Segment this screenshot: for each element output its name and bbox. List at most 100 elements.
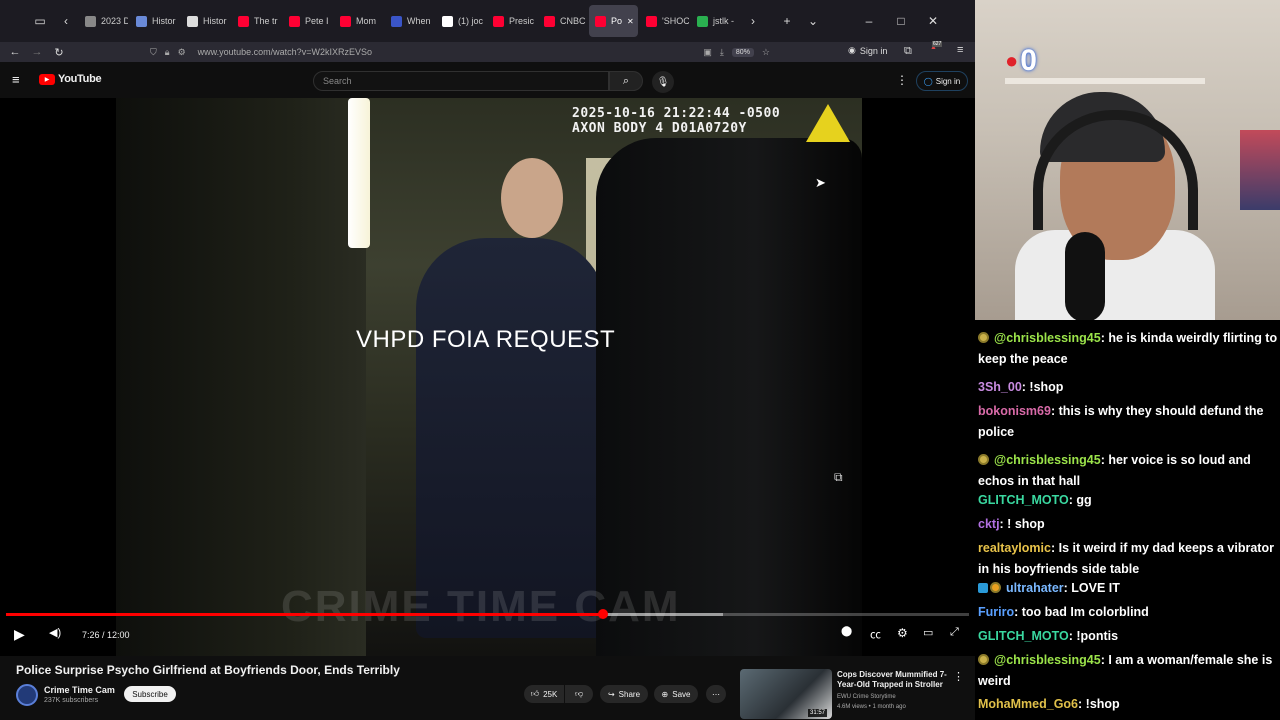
search-input[interactable]: Search — [313, 71, 609, 91]
chat-username[interactable]: @chrisblessing45 — [994, 453, 1101, 467]
bodycam-timestamp-line1: 2025-10-16 21:22:44 -0500 — [572, 106, 781, 121]
shield-icon[interactable]: ⛉ — [150, 47, 157, 58]
permissions-icon[interactable]: ⚙ — [178, 47, 186, 58]
chat-username[interactable]: cktj — [978, 517, 1000, 531]
new-tab-icon[interactable]: + — [774, 8, 800, 34]
app-menu-icon[interactable]: ≡ — [957, 44, 963, 56]
chat-username[interactable]: 3Sh_00 — [978, 380, 1022, 394]
chat-username[interactable]: @chrisblessing45 — [994, 331, 1101, 345]
chat-username[interactable]: Furiro — [978, 605, 1014, 619]
voice-search-button[interactable]: 🎙︎ — [652, 71, 674, 93]
tab-label: Pete I — [305, 16, 329, 26]
cam-scene-microphone — [1065, 232, 1105, 320]
chat-message: 3Sh_00: !shop — [978, 377, 1278, 398]
chat-username[interactable]: bokonism69 — [978, 404, 1051, 418]
tab-scroll-left-icon[interactable]: ‹ — [53, 8, 79, 34]
chat-username[interactable]: MohaMmed_Go6 — [978, 697, 1078, 711]
account-button[interactable]: ◉ Sign in — [848, 45, 887, 56]
tab-scroll-right-icon[interactable]: › — [740, 8, 766, 34]
save-button[interactable]: ⊕ Save — [654, 685, 698, 703]
browser-tab[interactable]: Histor — [181, 5, 230, 37]
play-icon[interactable]: ▶ — [14, 626, 25, 643]
autoplay-toggle[interactable]: ⬤ — [841, 626, 852, 637]
lock-icon[interactable]: 🔒︎ — [165, 47, 170, 58]
reload-icon[interactable]: ↻ — [48, 46, 70, 59]
recommended-title[interactable]: Cops Discover Mummified 7-Year-Old Trapp… — [837, 670, 949, 690]
recommended-more-icon[interactable]: ⋮ — [953, 670, 964, 683]
time-display: 7:26 / 12:00 — [82, 630, 130, 640]
chat-username[interactable]: realtaylomic — [978, 541, 1051, 555]
fullscreen-icon[interactable]: ⤢ — [950, 626, 959, 639]
download-icon[interactable]: ⤓ — [720, 47, 724, 58]
browser-tab[interactable]: (1) joc — [436, 5, 485, 37]
minimize-icon[interactable]: – — [856, 8, 882, 34]
browser-tab[interactable]: Histor — [130, 5, 179, 37]
save-label: Save — [672, 689, 691, 699]
chat-username[interactable]: @chrisblessing45 — [994, 653, 1101, 667]
more-options-icon[interactable]: ⋮ — [896, 73, 908, 87]
screenshot-icon[interactable]: ▣ — [703, 47, 712, 58]
chat-panel: @chrisblessing45: he is kinda weirdly fl… — [975, 320, 1280, 720]
close-tab-icon[interactable]: ✕ — [627, 17, 634, 26]
subscriber-badge-icon — [978, 654, 989, 665]
like-button[interactable]: 👍︎ 25K — [524, 685, 564, 703]
dislike-button[interactable]: 👎︎ — [565, 685, 593, 703]
share-label: Share — [618, 689, 641, 699]
browser-tab[interactable]: CNBC — [538, 5, 587, 37]
cam-scene-shelf — [1005, 78, 1205, 84]
progress-scrubber[interactable] — [598, 609, 609, 619]
tab-overview-icon[interactable]: ▭ — [27, 8, 53, 34]
chat-message: cktj: ! shop — [978, 514, 1278, 535]
tab-favicon-icon — [646, 15, 657, 27]
video-player[interactable]: 2025-10-16 21:22:44 -0500 AXON BODY 4 D0… — [0, 98, 975, 656]
more-actions-button[interactable]: ⋯ — [706, 685, 726, 703]
browser-tab[interactable]: jstlk - — [691, 5, 740, 37]
youtube-logo[interactable]: ▶ YouTube — [39, 73, 102, 85]
settings-gear-icon[interactable]: ⚙ — [897, 626, 908, 640]
webcam-overlay: ● 0 — [975, 0, 1280, 320]
browser-tab[interactable]: When — [385, 5, 434, 37]
bookmark-star-icon[interactable]: ☆ — [762, 47, 770, 58]
maximize-icon[interactable]: □ — [888, 8, 914, 34]
close-window-icon[interactable]: ✕ — [920, 8, 946, 34]
browser-tab[interactable]: 'SHOC — [640, 5, 689, 37]
channel-avatar[interactable] — [16, 684, 38, 706]
hamburger-menu-icon[interactable]: ≡ — [12, 72, 20, 87]
subscribe-button[interactable]: Subscribe — [124, 686, 176, 702]
extension-badge[interactable]: ▲ 627 — [930, 41, 943, 51]
browser-tab[interactable]: Mom — [334, 5, 383, 37]
channel-name[interactable]: Crime Time Cam — [44, 685, 115, 695]
youtube-logo-text: YouTube — [58, 73, 102, 85]
subscriber-badge-icon — [978, 454, 989, 465]
youtube-sign-in-button[interactable]: ◯ Sign in — [916, 71, 968, 91]
volume-icon[interactable]: ◀︎) — [49, 626, 61, 639]
chat-username[interactable]: GLITCH_MOTO — [978, 493, 1069, 507]
chat-text: : !pontis — [1068, 629, 1119, 643]
browser-tab[interactable]: 2023 Dem — [79, 5, 128, 37]
video-frame[interactable]: 2025-10-16 21:22:44 -0500 AXON BODY 4 D0… — [116, 98, 862, 656]
chat-username[interactable]: ultrahater — [1006, 581, 1064, 595]
progress-bar[interactable] — [6, 609, 969, 619]
browser-window: ▭ ‹ 2023 Dem Histor Histor The tr Pete I Mom W… — [0, 0, 975, 720]
share-button[interactable]: ↪ Share — [600, 685, 648, 703]
captions-icon[interactable]: ㏄ — [870, 626, 881, 642]
browser-tab[interactable]: Pete I — [283, 5, 332, 37]
browser-tab[interactable]: Po ✕ — [589, 5, 638, 37]
chat-username[interactable]: GLITCH_MOTO — [978, 629, 1069, 643]
tab-favicon-icon — [340, 15, 351, 27]
back-icon[interactable]: ← — [4, 46, 26, 58]
browser-tab[interactable]: Presic — [487, 5, 536, 37]
recommended-channel[interactable]: EWU Crime Storytime — [837, 694, 896, 700]
tab-list-icon[interactable]: ⌄ — [800, 8, 826, 34]
tab-favicon-icon — [85, 15, 96, 27]
cam-badge-count: 0 — [1020, 44, 1037, 77]
search-button[interactable]: ⌕ — [609, 71, 643, 91]
address-bar[interactable]: ⛉ 🔒︎ ⚙ www.youtube.com/watch?v=W2kIXRzEV… — [150, 42, 770, 62]
url-text[interactable]: www.youtube.com/watch?v=W2kIXRzEVSo — [198, 47, 696, 57]
extensions-icon[interactable]: ⧉ — [904, 45, 912, 58]
picture-in-picture-icon[interactable]: ⧉ — [834, 470, 843, 485]
forward-icon[interactable]: → — [26, 46, 48, 58]
browser-tab[interactable]: The tr — [232, 5, 281, 37]
zoom-level[interactable]: 80% — [731, 47, 754, 57]
theater-mode-icon[interactable]: ▭ — [923, 626, 933, 639]
